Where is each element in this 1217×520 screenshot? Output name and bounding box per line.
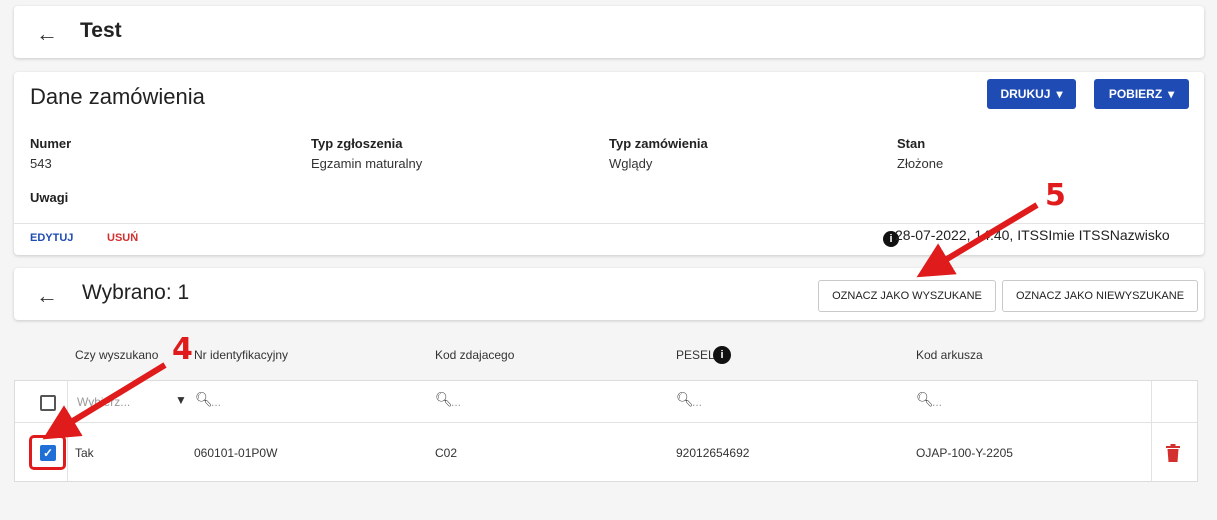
annotation-arrows [42,202,1039,440]
arrow-step-5 [916,202,1039,278]
arrow-step-4 [42,362,167,440]
